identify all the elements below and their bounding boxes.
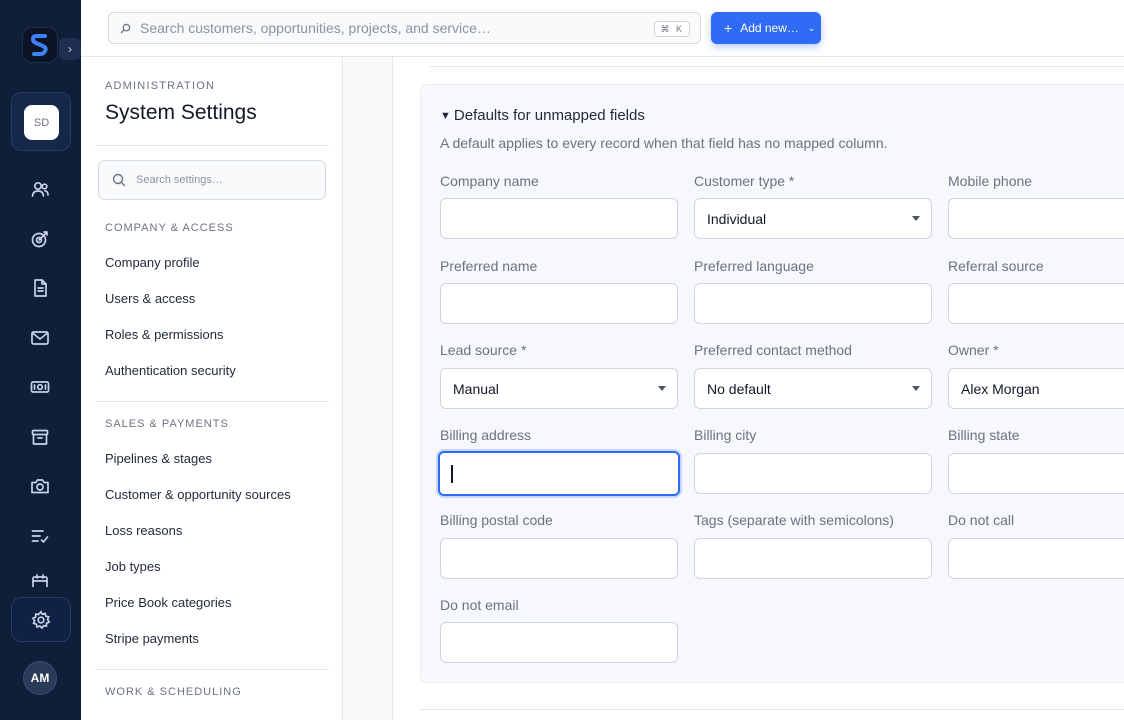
divider [95, 401, 329, 402]
select-value: Individual [707, 210, 767, 227]
field-label: Billing state [948, 427, 1020, 443]
dropdown-arrow-icon [658, 386, 666, 391]
section-sales-payments: SALES & PAYMENTS [105, 418, 229, 430]
mobile-phone-input[interactable] [948, 198, 1124, 239]
preferred-name-input[interactable] [440, 283, 678, 324]
company-name-input[interactable] [440, 198, 678, 239]
referral-source-input[interactable] [948, 283, 1124, 324]
field-label: Company name [440, 173, 539, 189]
sidebar-item-job-types[interactable]: Job types [105, 559, 161, 574]
field-label: Tags (separate with semicolons) [694, 512, 894, 528]
page-title: System Settings [105, 101, 257, 124]
billing-state-input[interactable] [948, 453, 1124, 494]
preferred-contact-method-select[interactable]: No default [694, 368, 932, 409]
content-pane: ▼ Defaults for unmapped fields A default… [392, 57, 1124, 720]
defaults-panel-toggle[interactable]: ▼ Defaults for unmapped fields [440, 107, 645, 124]
settings-search[interactable] [98, 160, 326, 200]
sidebar-item-loss-reasons[interactable]: Loss reasons [105, 523, 182, 538]
lead-source-select[interactable]: Manual [440, 368, 678, 409]
gear-icon [31, 609, 51, 629]
field-label: Customer type * [694, 173, 795, 189]
dropdown-arrow-icon [912, 216, 920, 221]
field-label: Lead source * [440, 342, 527, 358]
target-icon[interactable] [28, 227, 52, 251]
dropdown-arrow-icon [912, 386, 920, 391]
do-not-email-input[interactable] [440, 622, 678, 663]
tags-input[interactable] [694, 538, 932, 579]
search-shortcut-hint: ⌘ K [654, 21, 690, 37]
field-label: Billing city [694, 427, 757, 443]
sidebar-item-customer-opportunity-sources[interactable]: Customer & opportunity sources [105, 487, 291, 502]
global-search[interactable]: ⌘ K [108, 12, 701, 44]
billing-address-input[interactable] [438, 451, 680, 496]
mail-icon[interactable] [28, 326, 52, 350]
archive-icon[interactable] [28, 425, 52, 449]
app-rail: › SD AM [0, 0, 81, 720]
divider [430, 66, 1124, 67]
calendar-icon[interactable] [28, 573, 52, 587]
divider [95, 669, 329, 670]
owner-select[interactable]: Alex Morgan [948, 368, 1124, 409]
field-label: Do not call [948, 512, 1015, 528]
caret-down-icon: ▼ [440, 109, 451, 122]
panel-description: A default applies to every record when t… [440, 135, 888, 151]
sidebar-eyebrow: ADMINISTRATION [105, 80, 216, 92]
camera-icon[interactable] [28, 474, 52, 498]
field-label: Billing postal code [440, 512, 553, 528]
global-search-input[interactable] [140, 20, 650, 36]
field-label: Mobile phone [948, 173, 1033, 189]
divider [420, 709, 1124, 710]
workspace-badge: SD [24, 105, 59, 140]
workspace-switcher[interactable]: SD [11, 92, 71, 151]
sidebar-item-users-access[interactable]: Users & access [105, 291, 195, 306]
text-cursor [451, 464, 453, 483]
field-label: Preferred language [694, 258, 814, 274]
select-value: No default [707, 380, 771, 397]
customer-type-select[interactable]: Individual [694, 198, 932, 239]
add-new-label: Add new… [740, 21, 799, 35]
panel-title: Defaults for unmapped fields [453, 107, 645, 124]
field-label: Owner * [948, 342, 999, 358]
defaults-panel: ▼ Defaults for unmapped fields A default… [420, 84, 1124, 683]
chevron-down-icon: ⌄ [807, 22, 816, 33]
plus-icon: + [724, 20, 733, 36]
select-value: Alex Morgan [961, 380, 1040, 397]
settings-search-input[interactable] [136, 174, 316, 186]
sidebar-item-stripe-payments[interactable]: Stripe payments [105, 631, 199, 646]
sidebar-item-roles-permissions[interactable]: Roles & permissions [105, 327, 224, 342]
settings-nav-button[interactable] [11, 597, 71, 642]
do-not-call-input[interactable] [948, 538, 1124, 579]
rail-expand-toggle[interactable]: › [59, 38, 81, 60]
settings-sidebar: ADMINISTRATION System Settings COMPANY &… [81, 57, 343, 720]
select-value: Manual [453, 380, 499, 397]
logo-mark-icon [30, 34, 48, 56]
money-icon[interactable] [28, 375, 52, 399]
section-company-access: COMPANY & ACCESS [105, 222, 234, 234]
main-content: ▼ Defaults for unmapped fields A default… [343, 57, 1124, 720]
top-bar: ⌘ K + Add new… ⌄ [81, 0, 1124, 57]
sidebar-item-company-profile[interactable]: Company profile [105, 255, 200, 270]
sidebar-item-pipelines-stages[interactable]: Pipelines & stages [105, 451, 212, 466]
field-label: Preferred contact method [694, 342, 852, 358]
billing-postal-code-input[interactable] [440, 538, 678, 579]
checklist-icon[interactable] [28, 524, 52, 548]
field-label: Billing address [440, 427, 532, 443]
app-logo[interactable] [23, 28, 57, 62]
section-work-scheduling: WORK & SCHEDULING [105, 686, 242, 698]
field-label: Preferred name [440, 258, 538, 274]
field-label: Referral source [948, 258, 1044, 274]
sidebar-item-authentication-security[interactable]: Authentication security [105, 363, 236, 378]
billing-city-input[interactable] [694, 453, 932, 494]
search-icon [119, 22, 131, 34]
divider [95, 145, 329, 146]
field-label: Do not email [440, 597, 519, 613]
users-icon[interactable] [28, 177, 52, 201]
search-icon [112, 173, 126, 187]
document-icon[interactable] [28, 276, 52, 300]
avatar[interactable]: AM [23, 661, 57, 695]
preferred-language-input[interactable] [694, 283, 932, 324]
add-new-button[interactable]: + Add new… ⌄ [711, 12, 821, 44]
sidebar-item-price-book-categories[interactable]: Price Book categories [105, 595, 231, 610]
